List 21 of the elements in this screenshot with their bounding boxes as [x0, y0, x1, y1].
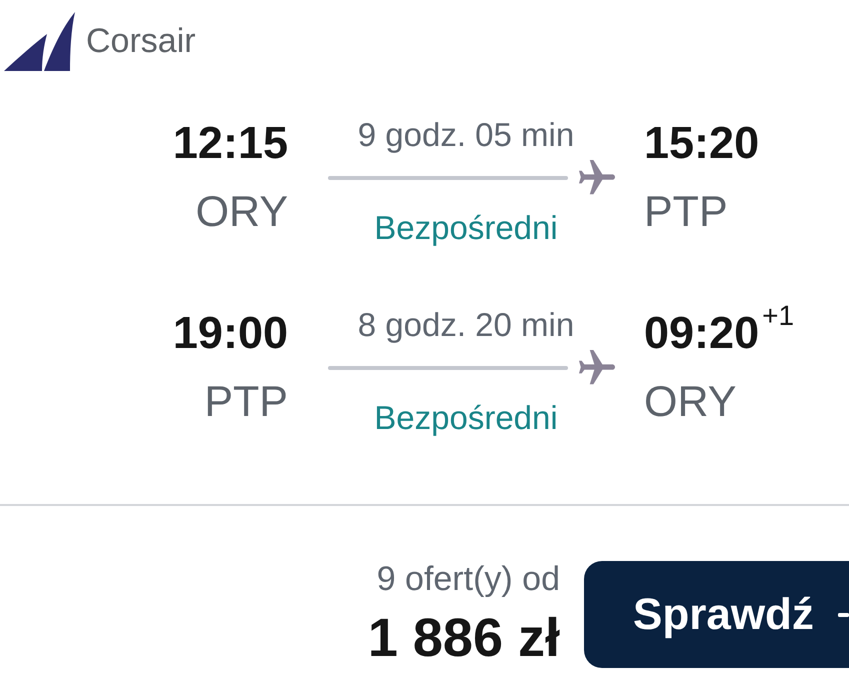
airline-name: Corsair [86, 24, 196, 58]
day-offset: +1 [762, 302, 794, 330]
price: 1 886 zł [368, 611, 560, 665]
plane-icon [578, 350, 616, 386]
arrival-time: 09:20 [644, 310, 760, 355]
departure-airport: PTP [204, 381, 288, 424]
arrival-airport: PTP [644, 191, 728, 234]
arrival-time: 15:20 [644, 120, 760, 165]
departure-time: 12:15 [172, 120, 288, 165]
flight-duration: 9 godz. 05 min [358, 118, 574, 151]
flight-duration: 8 godz. 20 min [358, 308, 574, 341]
stop-info: Bezpośredni [374, 211, 558, 244]
dash-icon [838, 612, 849, 616]
offer-count: 9 ofert(y) od [376, 562, 560, 596]
plane-icon [578, 160, 616, 196]
check-button[interactable]: Sprawdź [584, 561, 849, 668]
departure-airport: ORY [196, 191, 288, 234]
arrival-airport: ORY [644, 381, 736, 424]
sail-logo-icon [4, 12, 76, 72]
stop-info: Bezpośredni [374, 401, 558, 434]
departure-time: 19:00 [172, 310, 288, 355]
